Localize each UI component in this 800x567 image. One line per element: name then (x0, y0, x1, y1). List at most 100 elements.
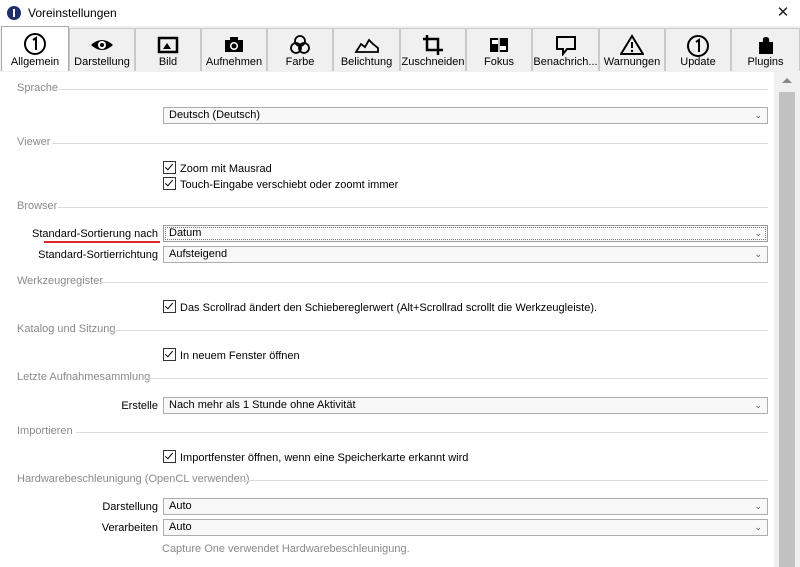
checkbox-label: Touch-Eingabe verschiebt oder zoomt imme… (180, 179, 399, 191)
section-heading-browser: Browser (17, 200, 58, 212)
chevron-down-icon: ⌄ (754, 501, 762, 511)
tab-label: Zuschneiden (401, 56, 465, 68)
language-value: Deutsch (Deutsch) (169, 109, 261, 121)
preferences-panel (0, 72, 774, 567)
tab-label: Bild (158, 56, 178, 68)
tab-label: Fokus (484, 56, 514, 68)
tab-benachrichtigungen[interactable]: Benachrich... (532, 28, 599, 71)
divider (143, 378, 768, 379)
divider (58, 89, 768, 90)
chevron-down-icon: ⌄ (754, 110, 762, 120)
checkbox-label: In neuem Fenster öffnen (180, 350, 300, 362)
tab-label: Allgemein (10, 56, 60, 68)
checkbox-label: Importfenster öffnen, wenn eine Speicher… (180, 452, 469, 464)
tab-belichtung[interactable]: Belichtung (333, 28, 400, 71)
divider (100, 282, 768, 283)
create-label: Erstelle (121, 400, 158, 412)
chevron-down-icon: ⌄ (754, 522, 762, 532)
app-icon (7, 6, 21, 20)
sort-direction-value: Aufsteigend (169, 248, 228, 260)
process-value: Auto (169, 521, 192, 533)
tab-label: Warnungen (603, 56, 661, 68)
tab-label: Aufnehmen (205, 56, 263, 68)
checkbox-checked-icon (163, 300, 176, 313)
focus-icon (490, 38, 508, 52)
divider (230, 480, 768, 481)
section-heading-hardwarebeschleunigung: Hardwarebeschleunigung (OpenCL verwenden… (17, 473, 250, 485)
hw-note: Capture One verwendet Hardwarebeschleuni… (162, 543, 410, 555)
section-heading-viewer: Viewer (17, 136, 51, 148)
language-select[interactable]: Deutsch (Deutsch) ⌄ (163, 107, 768, 124)
chevron-down-icon: ⌄ (754, 249, 762, 259)
warning-icon (620, 34, 644, 55)
update-icon (687, 35, 709, 57)
sort-label: Standard-Sortierung nach (32, 228, 158, 240)
divider (112, 330, 768, 331)
display-label: Darstellung (102, 501, 158, 513)
tab-bild[interactable]: Bild (135, 28, 201, 71)
tab-label: Plugins (747, 56, 784, 68)
checkbox-checked-icon (163, 348, 176, 361)
scroll-wheel-checkbox[interactable]: Das Scrollrad ändert den Schiebereglerwe… (163, 300, 597, 314)
scroll-thumb[interactable] (779, 92, 795, 567)
display-select[interactable]: Auto ⌄ (163, 498, 768, 515)
title-bar: Voreinstellungen ✕ (0, 0, 800, 26)
tab-label: Darstellung (74, 56, 130, 68)
speech-bubble-icon (555, 36, 576, 56)
crop-icon (423, 35, 443, 55)
puzzle-icon (758, 37, 773, 54)
info-circle-icon (24, 33, 46, 55)
tab-allgemein[interactable]: Allgemein (1, 26, 69, 71)
new-window-checkbox[interactable]: In neuem Fenster öffnen (163, 348, 300, 362)
tab-bar: Allgemein Darstellung Bild Aufnehmen Far… (0, 26, 800, 73)
create-select[interactable]: Nach mehr als 1 Stunde ohne Aktivität ⌄ (163, 397, 768, 414)
section-heading-katalog: Katalog und Sitzung (17, 323, 116, 335)
tab-zuschneiden[interactable]: Zuschneiden (400, 28, 466, 71)
tab-fokus[interactable]: Fokus (466, 28, 532, 71)
tab-aufnehmen[interactable]: Aufnehmen (201, 28, 267, 71)
display-value: Auto (169, 500, 192, 512)
tab-label: Belichtung (340, 56, 393, 68)
tab-label: Farbe (285, 56, 315, 68)
section-heading-sprache: Sprache (17, 82, 58, 94)
tab-darstellung[interactable]: Darstellung (69, 28, 135, 71)
zoom-wheel-checkbox[interactable]: Zoom mit Mausrad (163, 161, 272, 175)
touch-input-checkbox[interactable]: Touch-Eingabe verschiebt oder zoomt imme… (163, 177, 398, 191)
create-value: Nach mehr als 1 Stunde ohne Aktivität (169, 399, 356, 411)
section-heading-letzte-aufnahmesammlung: Letzte Aufnahmesammlung (17, 371, 151, 383)
sort-select[interactable]: Datum ⌄ (163, 225, 768, 242)
exposure-icon (353, 38, 379, 53)
scroll-up-arrow-icon[interactable] (782, 78, 792, 83)
checkbox-checked-icon (163, 177, 176, 190)
section-heading-werkzeugregister: Werkzeugregister (17, 275, 103, 287)
tab-label: Update (680, 56, 716, 68)
window-title: Voreinstellungen (28, 6, 117, 20)
tab-label: Benachrich... (533, 56, 598, 68)
divider (76, 432, 768, 433)
sort-direction-label: Standard-Sortierrichtung (38, 249, 158, 261)
checkbox-label: Zoom mit Mausrad (180, 163, 272, 175)
tab-update[interactable]: Update (665, 28, 731, 71)
divider (52, 143, 768, 144)
process-label: Verarbeiten (101, 522, 158, 534)
image-icon (157, 36, 179, 54)
color-circles-icon (290, 35, 310, 54)
sort-value: Datum (169, 227, 202, 239)
highlight-underline (44, 241, 160, 243)
checkbox-checked-icon (163, 450, 176, 463)
tab-farbe[interactable]: Farbe (267, 28, 333, 71)
tab-warnungen[interactable]: Warnungen (599, 28, 665, 71)
sort-direction-select[interactable]: Aufsteigend ⌄ (163, 246, 768, 263)
chevron-down-icon: ⌄ (754, 228, 762, 238)
eye-icon (91, 40, 113, 50)
process-select[interactable]: Auto ⌄ (163, 519, 768, 536)
vertical-scrollbar[interactable] (774, 72, 800, 567)
camera-icon (225, 37, 243, 52)
tab-plugins[interactable]: Plugins (731, 28, 800, 71)
section-heading-importieren: Importieren (17, 425, 73, 437)
divider (58, 207, 768, 208)
chevron-down-icon: ⌄ (754, 400, 762, 410)
close-button[interactable]: ✕ (766, 0, 800, 26)
import-window-checkbox[interactable]: Importfenster öffnen, wenn eine Speicher… (163, 450, 468, 464)
checkbox-label: Das Scrollrad ändert den Schiebereglerwe… (180, 302, 598, 314)
